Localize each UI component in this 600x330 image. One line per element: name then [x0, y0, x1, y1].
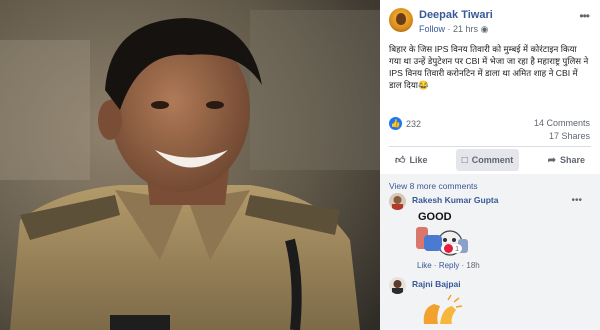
- good-sticker: GOOD: [414, 209, 476, 261]
- post-photo[interactable]: [0, 0, 380, 330]
- commenter-avatar[interactable]: [389, 193, 406, 210]
- author-avatar[interactable]: [389, 8, 413, 32]
- thumbs-up-icon: 👍: [389, 117, 402, 130]
- comment-button[interactable]: □ Comment: [455, 149, 520, 171]
- comment-actions: Like · Reply · 18h: [417, 261, 480, 270]
- post-stats: 14 Comments 17 Shares: [534, 117, 590, 142]
- reaction-count: 232: [406, 118, 422, 129]
- comments-count[interactable]: 14 Comments: [534, 117, 590, 130]
- comment-item: Rakesh Kumar Gupta GOOD Like · Reply · 1…: [389, 193, 591, 273]
- commenter-avatar[interactable]: [389, 277, 406, 294]
- share-label: Share: [559, 155, 585, 165]
- comment-time[interactable]: 18h: [466, 261, 479, 270]
- like-label: Like: [409, 155, 428, 165]
- follow-link[interactable]: Follow: [419, 24, 445, 34]
- share-button[interactable]: ➦ Share: [542, 149, 591, 171]
- view-more-comments-link[interactable]: View 8 more comments: [389, 181, 478, 191]
- post-header: Deepak Tiwari Follow · 21 hrs ◉ •••: [380, 0, 600, 38]
- reaction-summary[interactable]: 👍 232: [389, 117, 421, 130]
- comment-label: Comment: [471, 155, 514, 165]
- comment-like-link[interactable]: Like: [417, 261, 432, 270]
- clapping-hands-sticker: [414, 294, 476, 327]
- commenter-name[interactable]: Rajni Bajpai: [412, 279, 461, 289]
- comment-reply-link[interactable]: Reply: [439, 261, 459, 270]
- author-name[interactable]: Deepak Tiwari: [419, 9, 493, 21]
- more-horizontal-icon[interactable]: •••: [571, 195, 582, 206]
- post-panel: Deepak Tiwari Follow · 21 hrs ◉ ••• बिहा…: [380, 0, 600, 330]
- more-horizontal-icon[interactable]: •••: [579, 9, 590, 23]
- post-actions: 👍︎ Like □ Comment ➦ Share: [389, 149, 591, 171]
- like-button[interactable]: 👍︎ Like: [389, 149, 433, 171]
- commenter-name[interactable]: Rakesh Kumar Gupta: [412, 195, 498, 205]
- divider: [389, 146, 591, 147]
- speech-bubble-icon: □: [461, 154, 468, 166]
- shares-count[interactable]: 17 Shares: [534, 130, 590, 143]
- heart-icon: [444, 244, 453, 253]
- thumbs-up-icon: 👍︎: [395, 155, 406, 166]
- comment-reaction-badge[interactable]: 1: [441, 244, 463, 253]
- globe-icon: ◉: [480, 24, 489, 34]
- police-officer-photo: [0, 0, 380, 330]
- post-meta: Follow · 21 hrs ◉: [419, 24, 488, 35]
- post-time[interactable]: 21 hrs: [453, 24, 478, 34]
- share-arrow-icon: ➦: [547, 154, 556, 166]
- comments-section: View 8 more comments Rakesh Kumar Gupta …: [380, 174, 600, 330]
- sticker-text: GOOD: [418, 211, 452, 223]
- comment-reaction-count: 1: [455, 244, 460, 253]
- post-text: बिहार के जिस IPS विनय तिवारी को मुम्बई म…: [389, 44, 589, 90]
- comment-item: Rajni Bajpai: [389, 277, 591, 327]
